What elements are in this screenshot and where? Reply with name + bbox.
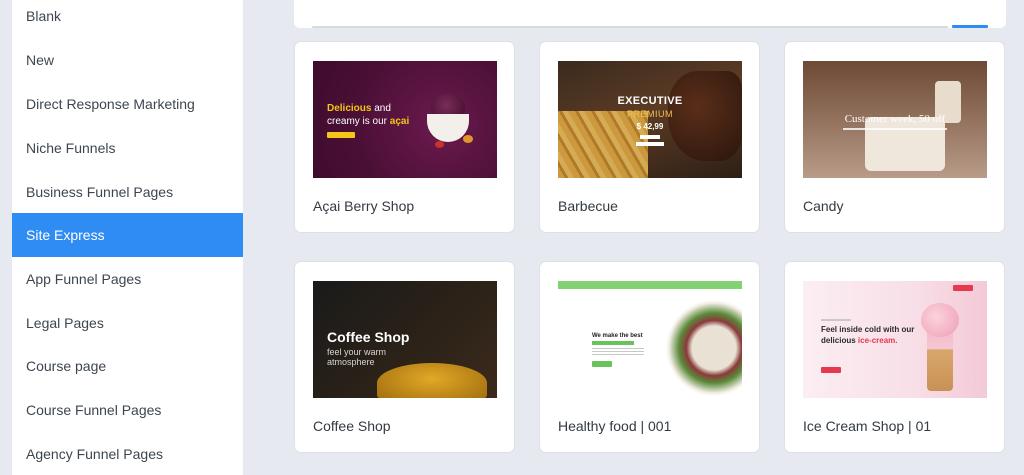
template-card-candy[interactable]: Customer week, 50 off Candy — [784, 41, 1005, 233]
thumb-title: Coffee Shop — [327, 329, 410, 345]
template-name: Coffee Shop — [313, 418, 391, 434]
sidebar-item-course-funnel-pages[interactable]: Course Funnel Pages — [12, 388, 243, 432]
sidebar-item-direct-response-marketing[interactable]: Direct Response Marketing — [12, 82, 243, 126]
thumb-headline-2: creamy is our açai — [327, 116, 410, 127]
template-name: Candy — [803, 198, 844, 214]
sidebar-item-site-express[interactable]: Site Express — [12, 213, 243, 257]
template-name: Açai Berry Shop — [313, 198, 415, 214]
template-name: Ice Cream Shop | 01 — [803, 418, 932, 434]
search-button[interactable] — [952, 25, 988, 28]
sidebar-item-app-funnel-pages[interactable]: App Funnel Pages — [12, 257, 243, 301]
coffee-cup-image — [377, 363, 487, 398]
thumb-text-line — [640, 135, 660, 139]
sidebar-item-new[interactable]: New — [12, 38, 243, 82]
ice-cream-scoop-image — [921, 303, 959, 337]
thumb-subtitle: PREMIUM — [627, 109, 673, 119]
template-thumbnail: EXECUTIVE PREMIUM $ 42,99 — [558, 61, 742, 178]
thumb-price: $ 42,99 — [636, 122, 664, 131]
template-category-sidebar: Blank New Direct Response Marketing Nich… — [12, 0, 243, 475]
thumb-text-line — [636, 142, 664, 146]
template-thumbnail: Coffee Shop feel your warm atmosphere — [313, 281, 497, 398]
thumb-headline: Customer week, 50 off — [844, 113, 946, 125]
template-name: Healthy food | 001 — [558, 418, 672, 434]
thumb-nav-button — [953, 285, 973, 291]
sidebar-item-legal-pages[interactable]: Legal Pages — [12, 301, 243, 345]
template-thumbnail: Delicious and creamy is our açai — [313, 61, 497, 178]
template-thumbnail: Customer week, 50 off — [803, 61, 987, 178]
fruit-image — [463, 135, 473, 143]
fruit-image — [435, 141, 444, 148]
template-name: Barbecue — [558, 198, 618, 214]
thumb-button — [327, 132, 355, 138]
sidebar-item-course-page[interactable]: Course page — [12, 344, 243, 388]
sidebar-item-blank[interactable]: Blank — [12, 0, 243, 38]
thumb-text-line — [592, 341, 634, 345]
thumb-button — [592, 361, 612, 367]
template-thumbnail: We make the best — [558, 281, 742, 398]
thumb-text-line — [821, 319, 851, 321]
cake-image — [865, 117, 945, 171]
thumb-text-lines — [592, 348, 644, 356]
sidebar-item-niche-funnels[interactable]: Niche Funnels — [12, 126, 243, 170]
thumb-text-line — [843, 128, 947, 130]
sidebar-item-agency-funnel-pages[interactable]: Agency Funnel Pages — [12, 432, 243, 475]
thumb-headline: Feel inside cold with our delicious ice-c… — [821, 325, 915, 345]
thumb-tagline: feel your warm atmosphere — [327, 347, 387, 367]
template-card-barbecue[interactable]: EXECUTIVE PREMIUM $ 42,99 Barbecue — [539, 41, 760, 233]
template-thumbnail: Feel inside cold with our delicious ice-c… — [803, 281, 987, 398]
thumb-button — [821, 367, 841, 373]
thumb-title: EXECUTIVE — [617, 95, 683, 107]
thumb-headline: We make the best — [592, 333, 643, 339]
thumb-headline: Delicious and — [327, 103, 391, 114]
thumb-nav-bar — [558, 281, 742, 289]
search-bar-container — [294, 0, 1006, 28]
template-card-ice-cream-shop[interactable]: Feel inside cold with our delicious ice-c… — [784, 261, 1005, 453]
search-input[interactable] — [312, 26, 948, 28]
food-plate-image — [666, 293, 742, 398]
template-card-coffee-shop[interactable]: Coffee Shop feel your warm atmosphere Co… — [294, 261, 515, 453]
sidebar-item-business-funnel-pages[interactable]: Business Funnel Pages — [12, 170, 243, 214]
template-card-acai-berry-shop[interactable]: Delicious and creamy is our açai Açai Be… — [294, 41, 515, 233]
template-card-healthy-food[interactable]: We make the best Healthy food | 001 — [539, 261, 760, 453]
